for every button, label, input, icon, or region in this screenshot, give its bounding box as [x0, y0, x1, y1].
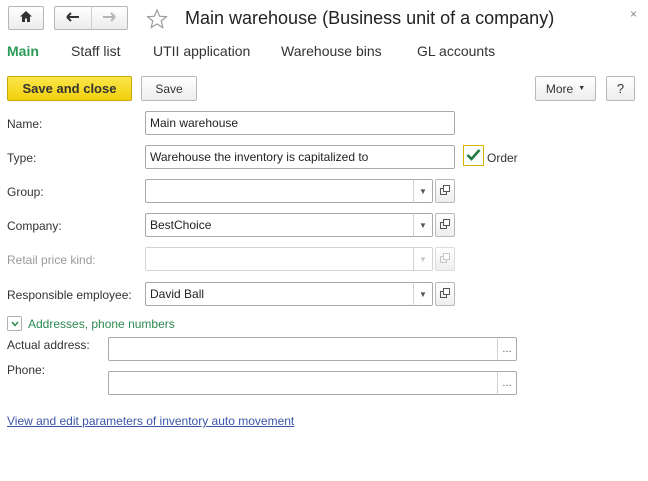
order-checkbox-label: Order [487, 151, 518, 165]
phone-field[interactable] [108, 371, 498, 395]
name-label: Name: [7, 117, 43, 131]
chevron-down-icon: ▼ [419, 254, 427, 264]
more-label: More [545, 81, 574, 96]
company-field[interactable]: BestChoice [145, 213, 414, 237]
save-button[interactable]: Save [141, 76, 197, 101]
arrow-right-icon [102, 11, 116, 25]
actual-address-label: Actual address: [7, 338, 90, 352]
chevron-down-icon: ▼ [419, 289, 427, 299]
window-title: Main warehouse (Business unit of a compa… [185, 8, 555, 28]
star-icon [146, 8, 168, 33]
inventory-auto-movement-link[interactable]: View and edit parameters of inventory au… [7, 414, 294, 428]
responsible-employee-label: Responsible employee: [7, 288, 132, 302]
phone-choice-button[interactable]: ... [497, 371, 517, 395]
type-label: Type: [7, 151, 37, 165]
open-window-icon [440, 218, 450, 232]
company-label: Company: [7, 219, 62, 233]
actual-address-field[interactable] [108, 337, 498, 361]
arrow-left-icon [66, 11, 80, 25]
open-window-icon [440, 287, 450, 301]
retail-price-kind-open-button [435, 247, 455, 271]
chevron-down-icon: ▼ [419, 186, 427, 196]
back-button[interactable] [55, 7, 91, 29]
group-field[interactable] [145, 179, 414, 203]
tab-warehouse-bins[interactable]: Warehouse bins [281, 43, 382, 59]
actual-address-choice-button[interactable]: ... [497, 337, 517, 361]
addresses-group-title: Addresses, phone numbers [28, 316, 175, 331]
chevron-down-icon: ▼ [419, 220, 427, 230]
forward-button[interactable] [90, 7, 128, 29]
addresses-group-header[interactable]: Addresses, phone numbers [7, 316, 175, 331]
group-open-button[interactable] [435, 179, 455, 203]
home-icon [19, 10, 33, 26]
group-label: Group: [7, 185, 44, 199]
responsible-employee-open-button[interactable] [435, 282, 455, 306]
home-button[interactable] [8, 6, 44, 30]
company-open-button[interactable] [435, 213, 455, 237]
open-window-icon [440, 184, 450, 198]
open-window-icon [440, 252, 450, 266]
tab-utii-application[interactable]: UTII application [153, 43, 250, 59]
save-and-close-button[interactable]: Save and close [7, 76, 132, 101]
more-button[interactable]: More ▼ [535, 76, 596, 101]
tab-gl-accounts[interactable]: GL accounts [417, 43, 495, 59]
checkmark-icon [466, 148, 481, 164]
close-icon[interactable]: × [630, 7, 637, 21]
tab-main[interactable]: Main [7, 43, 39, 59]
responsible-employee-dropdown-button[interactable]: ▼ [413, 282, 433, 306]
group-dropdown-button[interactable]: ▼ [413, 179, 433, 203]
tab-staff-list[interactable]: Staff list [71, 43, 121, 59]
phone-label: Phone: [7, 363, 46, 377]
help-button[interactable]: ? [606, 76, 635, 101]
responsible-employee-field[interactable]: David Ball [145, 282, 414, 306]
name-field[interactable]: Main warehouse [145, 111, 455, 135]
retail-price-kind-dropdown-button: ▼ [413, 247, 433, 271]
retail-price-kind-field [145, 247, 414, 271]
order-checkbox[interactable] [463, 145, 484, 166]
navigation-buttons [54, 6, 128, 30]
chevron-down-icon: ▼ [578, 85, 586, 92]
favorite-star-button[interactable] [146, 8, 168, 30]
retail-price-kind-label: Retail price kind: [7, 253, 96, 267]
type-field[interactable]: Warehouse the inventory is capitalized t… [145, 145, 455, 169]
company-dropdown-button[interactable]: ▼ [413, 213, 433, 237]
collapse-toggle-icon[interactable] [7, 316, 22, 331]
